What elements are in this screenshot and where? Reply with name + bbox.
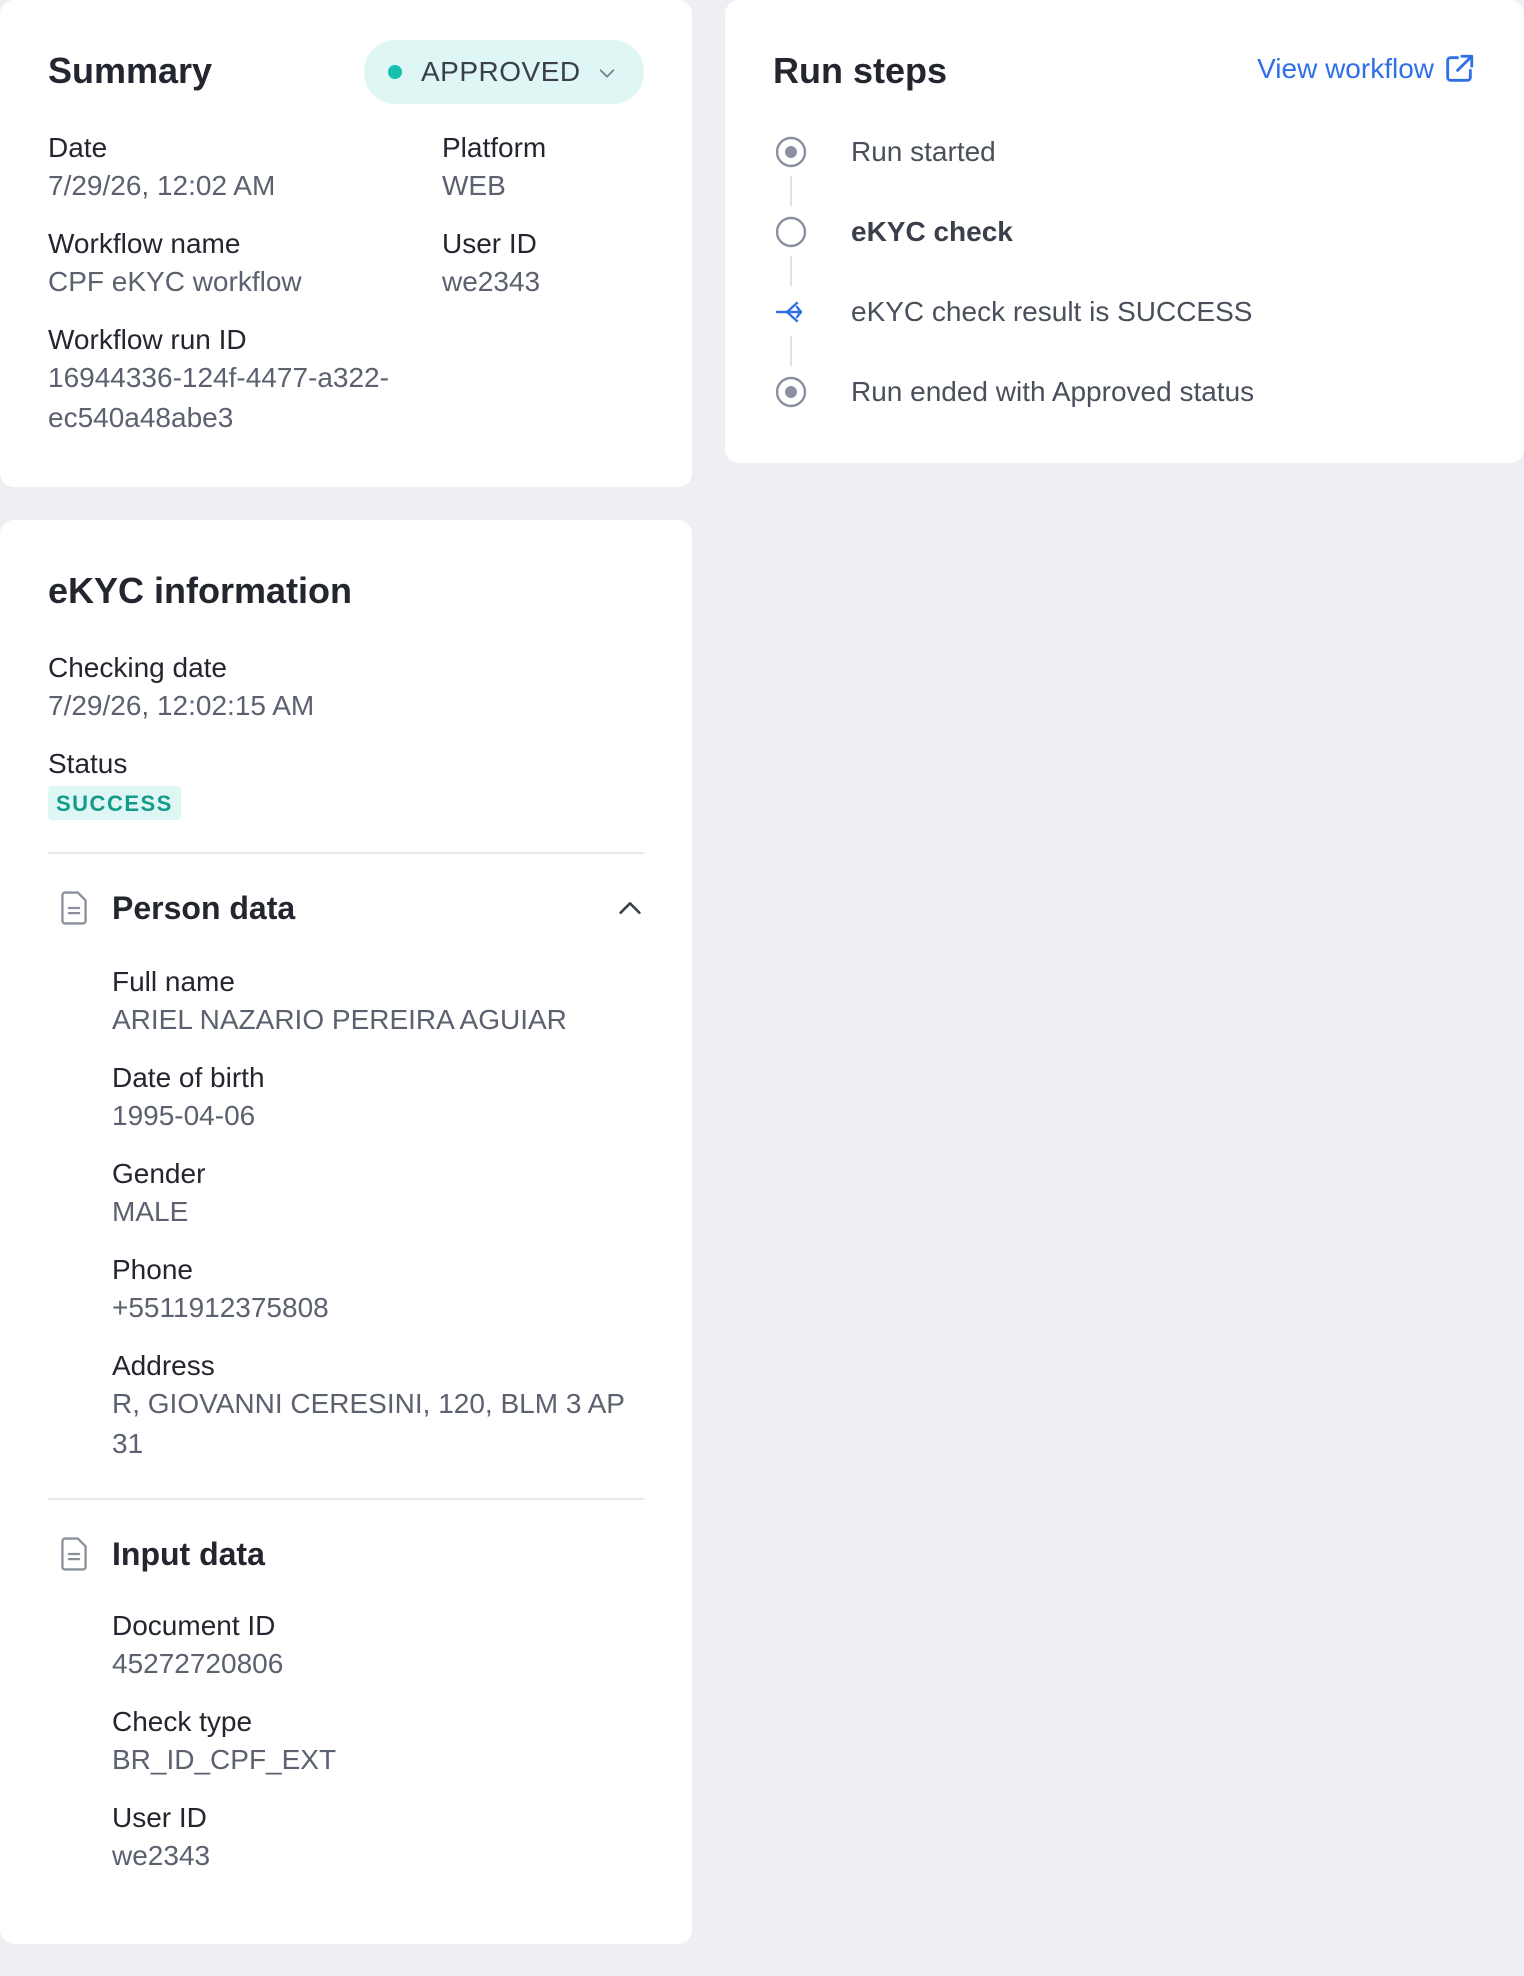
platform-label: Platform — [442, 132, 547, 163]
view-workflow-label: View workflow — [1257, 53, 1434, 84]
dob-field: Date of birth 1995-04-06 — [112, 1060, 265, 1136]
checking-date-field: Checking date 7/29/26, 12:02:15 AM — [48, 650, 314, 726]
address-line2: 31 — [112, 1428, 144, 1459]
full-name-value: ARIEL NAZARIO PEREIRA AGUIAR — [112, 1004, 567, 1035]
input-user-id-field: User ID we2343 — [112, 1800, 210, 1876]
run-steps-card: Run steps View workflow Run started eKYC… — [725, 0, 1524, 463]
document-icon — [61, 891, 87, 925]
workflow-name-value: CPF eKYC workflow — [48, 266, 302, 297]
checking-date-value: 7/29/26, 12:02:15 AM — [48, 690, 315, 721]
radio-dot-icon — [773, 134, 809, 170]
phone-field: Phone +5511912375808 — [112, 1252, 329, 1328]
workflow-run-id-line2: ec540a48abe3 — [48, 402, 234, 433]
gender-field: Gender MALE — [112, 1156, 205, 1232]
status-text: APPROVED — [421, 56, 581, 87]
input-user-id-label: User ID — [112, 1802, 207, 1833]
view-workflow-link[interactable]: View workflow — [1257, 52, 1476, 86]
document-id-field: Document ID 45272720806 — [112, 1608, 283, 1684]
step-ekyc-check: eKYC check — [773, 212, 1013, 252]
dob-value: 1995-04-06 — [112, 1100, 256, 1131]
workflow-name-field: Workflow name CPF eKYC workflow — [48, 226, 302, 302]
status-dropdown[interactable]: APPROVED — [364, 40, 644, 104]
date-value: 7/29/26, 12:02 AM — [48, 170, 276, 201]
circle-outline-icon — [773, 214, 809, 250]
address-label: Address — [112, 1350, 215, 1381]
check-type-label: Check type — [112, 1706, 253, 1737]
status-dot-icon — [388, 65, 402, 79]
ekyc-title: eKYC information — [48, 570, 353, 611]
input-data-title: Input data — [112, 1535, 265, 1572]
dob-label: Date of birth — [112, 1062, 265, 1093]
workflow-name-label: Workflow name — [48, 228, 241, 259]
check-type-field: Check type BR_ID_CPF_EXT — [112, 1704, 336, 1780]
ekyc-card: eKYC information Checking date 7/29/26, … — [0, 520, 692, 1944]
checking-date-label: Checking date — [48, 652, 228, 683]
run-steps-title: Run steps — [773, 50, 948, 91]
address-field: Address R, GIOVANNI CERESINI, 120, BLM 3… — [112, 1348, 625, 1464]
step-connector — [790, 176, 792, 206]
ekyc-status-field: Status SUCCESS — [48, 746, 181, 820]
workflow-run-id-field: Workflow run ID 16944336-124f-4477-a322-… — [48, 322, 389, 438]
step-run-started: Run started — [773, 132, 996, 172]
step-ekyc-result: eKYC check result is SUCCESS — [773, 292, 1252, 332]
document-icon — [61, 1537, 87, 1571]
date-field: Date 7/29/26, 12:02 AM — [48, 130, 275, 206]
summary-title: Summary — [48, 50, 213, 91]
chevron-up-icon[interactable] — [616, 894, 644, 922]
input-data-header[interactable]: Input data — [48, 1532, 644, 1576]
document-id-label: Document ID — [112, 1610, 276, 1641]
divider — [48, 1498, 644, 1500]
step-connector — [790, 336, 792, 366]
step-connector — [790, 256, 792, 286]
ekyc-status-label: Status — [48, 748, 128, 779]
phone-label: Phone — [112, 1254, 193, 1285]
platform-field: Platform WEB — [442, 130, 546, 206]
step-label: eKYC check result is SUCCESS — [851, 296, 1253, 327]
success-badge: SUCCESS — [48, 786, 181, 820]
branch-icon — [773, 294, 809, 330]
step-label: eKYC check — [851, 216, 1013, 247]
check-type-value: BR_ID_CPF_EXT — [112, 1744, 337, 1775]
gender-value: MALE — [112, 1196, 189, 1227]
divider — [48, 852, 644, 854]
workflow-run-id-label: Workflow run ID — [48, 324, 247, 355]
person-data-title: Person data — [112, 889, 296, 926]
input-user-id-value: we2343 — [112, 1840, 211, 1871]
phone-value: +5511912375808 — [112, 1292, 329, 1323]
date-label: Date — [48, 132, 108, 163]
user-id-field: User ID we2343 — [442, 226, 540, 302]
summary-card: Summary APPROVED Date 7/29/26, 12:02 AM … — [0, 0, 692, 487]
document-id-value: 45272720806 — [112, 1648, 284, 1679]
address-line1: R, GIOVANNI CERESINI, 120, BLM 3 AP — [112, 1388, 625, 1419]
external-link-icon — [1446, 54, 1474, 82]
radio-dot-icon — [773, 374, 809, 410]
chevron-down-icon — [599, 69, 615, 78]
person-data-header[interactable]: Person data — [48, 886, 644, 930]
step-run-ended: Run ended with Approved status — [773, 372, 1254, 412]
full-name-label: Full name — [112, 966, 235, 997]
workflow-run-id-line1: 16944336-124f-4477-a322- — [48, 362, 389, 393]
step-label: Run ended with Approved status — [851, 376, 1255, 407]
user-id-value: we2343 — [442, 266, 541, 297]
step-label: Run started — [851, 136, 996, 167]
user-id-label: User ID — [442, 228, 537, 259]
platform-value: WEB — [442, 170, 506, 201]
full-name-field: Full name ARIEL NAZARIO PEREIRA AGUIAR — [112, 964, 567, 1040]
gender-label: Gender — [112, 1158, 206, 1189]
